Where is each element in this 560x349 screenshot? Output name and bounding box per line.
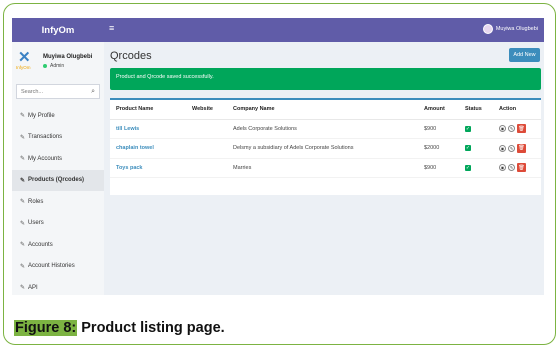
user-name: Muyiwa Olugbebi bbox=[43, 53, 93, 60]
sidebar-item-roles[interactable]: ✎ Roles bbox=[12, 191, 104, 213]
table-row: chaplain towel Delsmy a subsidiary of Ade… bbox=[110, 138, 541, 159]
column-header[interactable]: Website bbox=[186, 100, 227, 120]
brand-logo[interactable]: InfyOm bbox=[12, 18, 104, 42]
edit-icon: ✎ bbox=[20, 285, 26, 292]
status-check-icon: ✓ bbox=[465, 164, 471, 171]
user-panel: ✕ InfyOm Muyiwa Olugbebi Admin bbox=[12, 42, 104, 80]
search-input[interactable] bbox=[21, 88, 81, 95]
edit-icon[interactable]: ✎ bbox=[508, 125, 515, 133]
view-icon[interactable]: ◉ bbox=[499, 125, 506, 133]
sidebar-item-my-accounts[interactable]: ✎ My Accounts bbox=[12, 148, 104, 170]
action-cell: ◉ ✎ 🗑 bbox=[493, 158, 541, 178]
column-header[interactable]: Amount bbox=[418, 100, 459, 120]
status-cell: ✓ bbox=[459, 158, 493, 178]
view-icon[interactable]: ◉ bbox=[499, 164, 506, 172]
online-status-icon bbox=[43, 63, 47, 68]
status-check-icon: ✓ bbox=[465, 125, 471, 132]
sidebar-item-users[interactable]: ✎ Users bbox=[12, 213, 104, 235]
sidebar-item-label: API bbox=[28, 284, 38, 291]
edit-icon: ✎ bbox=[20, 220, 26, 227]
edit-icon: ✎ bbox=[20, 199, 26, 206]
view-icon[interactable]: ◉ bbox=[499, 144, 506, 152]
table-body: till Lewis Adels Corporate Solutions $900 ✓… bbox=[110, 119, 541, 178]
sidebar-item-label: My Profile bbox=[28, 112, 55, 119]
user-info: Muyiwa Olugbebi Admin bbox=[43, 54, 92, 69]
sidebar-item-label: Users bbox=[28, 220, 44, 227]
sidebar-item-label: Roles bbox=[28, 198, 44, 205]
page-title: Qrcodes bbox=[110, 50, 152, 62]
website-cell bbox=[186, 138, 227, 159]
table-row: till Lewis Adels Corporate Solutions $900 ✓… bbox=[110, 119, 541, 139]
amount-cell: $900 bbox=[418, 158, 459, 178]
column-header[interactable]: Status bbox=[459, 100, 493, 120]
sidebar-item-label: Products (Qrcodes) bbox=[28, 177, 85, 184]
sidebar-item-accounts[interactable]: ✎ Accounts bbox=[12, 234, 104, 256]
app-screenshot: InfyOm ✕InfyOm Muyiwa Olugbebi Admin ⌕ ✎… bbox=[12, 18, 544, 295]
success-alert: Product and Qrcode saved successfully. bbox=[110, 68, 541, 90]
edit-icon: ✎ bbox=[20, 177, 26, 184]
caption-text: Product listing page. bbox=[77, 320, 225, 336]
sidebar-item-account-histories[interactable]: ✎ Account Histories bbox=[12, 256, 104, 278]
sidebar-item-label: Account Histories bbox=[28, 263, 75, 270]
sidebar-item-api[interactable]: ✎ API bbox=[12, 277, 104, 295]
sidebar: InfyOm ✕InfyOm Muyiwa Olugbebi Admin ⌕ ✎… bbox=[12, 18, 104, 295]
website-cell bbox=[186, 119, 227, 139]
sidebar-item-label: Accounts bbox=[28, 241, 53, 248]
navbar-user-name: Muyiwa Olugbebi bbox=[495, 26, 538, 32]
action-cell: ◉ ✎ 🗑 bbox=[493, 119, 541, 139]
column-header[interactable]: Product Name bbox=[110, 100, 186, 120]
avatar bbox=[482, 24, 493, 34]
figure-label: Figure 8: bbox=[14, 320, 78, 336]
top-navbar: ≡ Muyiwa Olugbebi bbox=[104, 18, 544, 42]
edit-icon: ✎ bbox=[20, 242, 26, 249]
edit-icon: ✎ bbox=[20, 156, 26, 163]
sidebar-item-my-profile[interactable]: ✎ My Profile bbox=[12, 105, 104, 127]
navbar-user-menu[interactable]: Muyiwa Olugbebi bbox=[482, 24, 538, 34]
product-name-link[interactable]: till Lewis bbox=[110, 119, 186, 139]
sidebar-item-transactions[interactable]: ✎ Transactions bbox=[12, 127, 104, 149]
table-row: Toys pack Marries $900 ✓ ◉ ✎ 🗑 bbox=[110, 158, 541, 178]
user-role: Admin bbox=[43, 63, 92, 69]
amount-cell: $900 bbox=[418, 119, 459, 139]
column-header[interactable]: Company Name bbox=[227, 100, 418, 120]
column-header[interactable]: Action bbox=[493, 100, 541, 120]
sidebar-item-label: My Accounts bbox=[28, 155, 63, 162]
edit-icon: ✎ bbox=[20, 263, 26, 270]
company-name-cell: Delsmy a subsidiary of Adels Corporate S… bbox=[227, 138, 418, 159]
figure-caption: Figure 8: Product listing page. bbox=[14, 320, 225, 336]
status-cell: ✓ bbox=[459, 138, 493, 159]
amount-cell: $2000 bbox=[418, 138, 459, 159]
table-header-row: Product Name Website Company Name Amount Sta… bbox=[110, 100, 541, 120]
edit-icon[interactable]: ✎ bbox=[508, 144, 515, 152]
sidebar-menu: ✎ My Profile ✎ Transactions ✎ My Accounts ✎ Pro… bbox=[12, 105, 104, 295]
sidebar-search: ⌕ bbox=[16, 84, 100, 99]
status-check-icon: ✓ bbox=[465, 145, 471, 152]
search-icon[interactable]: ⌕ bbox=[91, 88, 95, 96]
main-content: Qrcodes Add New Product and Qrcode saved… bbox=[104, 42, 544, 295]
product-name-link[interactable]: chaplain towel bbox=[110, 138, 186, 159]
sidebar-item-label: Transactions bbox=[28, 134, 63, 141]
sidebar-item-products-qrcodes[interactable]: ✎ Products (Qrcodes) bbox=[12, 169, 104, 191]
hamburger-icon[interactable]: ≡ bbox=[109, 23, 114, 33]
edit-icon: ✎ bbox=[20, 134, 26, 141]
company-name-cell: Marries bbox=[227, 158, 418, 178]
delete-icon[interactable]: 🗑 bbox=[517, 143, 526, 153]
delete-icon[interactable]: 🗑 bbox=[517, 163, 526, 173]
edit-icon: ✎ bbox=[20, 113, 26, 120]
figure-frame: InfyOm ✕InfyOm Muyiwa Olugbebi Admin ⌕ ✎… bbox=[3, 3, 556, 345]
qrcodes-table-box: Product Name Website Company Name Amount Sta… bbox=[110, 98, 541, 195]
company-name-cell: Adels Corporate Solutions bbox=[227, 119, 418, 139]
edit-icon[interactable]: ✎ bbox=[508, 164, 515, 172]
status-cell: ✓ bbox=[459, 119, 493, 139]
website-cell bbox=[186, 158, 227, 178]
qrcodes-table: Product Name Website Company Name Amount Sta… bbox=[110, 100, 541, 178]
action-cell: ◉ ✎ 🗑 bbox=[493, 138, 541, 159]
infyom-logo-icon: ✕ InfyOm bbox=[16, 49, 31, 70]
add-new-button[interactable]: Add New bbox=[509, 48, 540, 62]
product-name-link[interactable]: Toys pack bbox=[110, 158, 186, 178]
delete-icon[interactable]: 🗑 bbox=[517, 124, 526, 134]
